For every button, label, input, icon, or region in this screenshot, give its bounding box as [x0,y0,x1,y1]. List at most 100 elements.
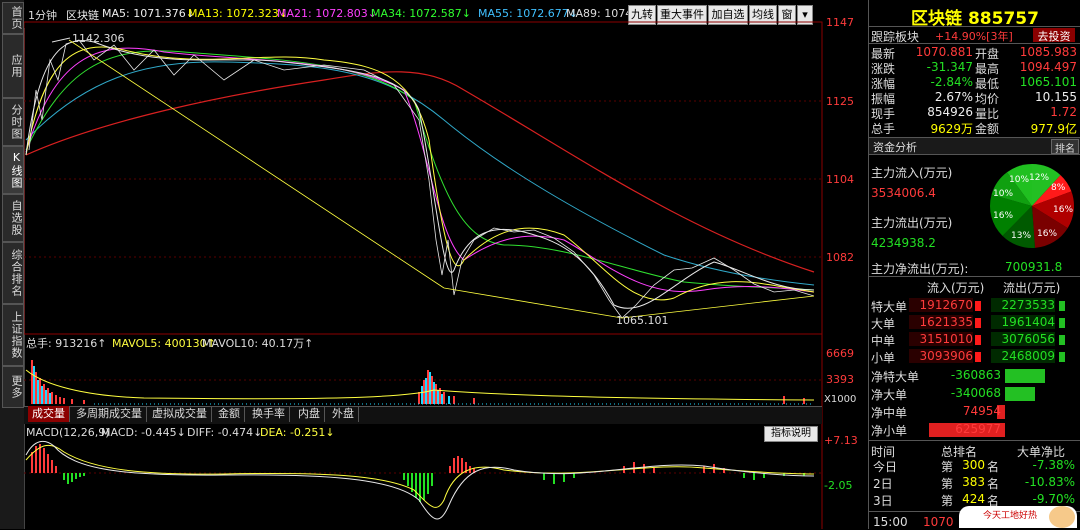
flow-in-bar [975,301,981,311]
mavol10-label: MAVOL10: 40.17万↑ [202,337,313,350]
subtab-turnover[interactable]: 换手率 [248,406,290,422]
quote-value: 1.72 [1050,105,1077,119]
high-annotation: 1142.306 [72,32,125,45]
macd-name-label: MACD(12,26,9) [26,426,110,439]
flow-in-value: 3151010 [909,332,973,346]
net-name: 净特大单 [871,370,920,384]
indicator-help-button[interactable]: 指标说明 [764,426,818,442]
price-tick-4: 1082 [826,251,854,264]
price-tick-3: 1104 [826,173,854,186]
tab-home[interactable]: 首页 [2,2,24,34]
flow-in-bar [975,335,981,345]
flow-name: 大单 [871,317,896,331]
flow-name: 中单 [871,334,896,348]
mavol5-label: MAVOL5: 400130↑ [112,337,216,350]
main-inflow-label: 主力流入(万元) [871,166,953,180]
sticker-text: 今天工地好热 [983,511,1038,521]
ma5-line [25,40,815,309]
rank-day: 3日 [873,494,893,508]
pie-label-4: 16% [1037,229,1057,239]
tab-watchlist[interactable]: 自选股 [2,194,24,242]
flow-out-bar [1059,352,1065,362]
rank-button[interactable]: 排名 [1051,139,1079,155]
flow-row: 大单 1621335 1961404 [869,315,1080,331]
subtab-virtual-volume[interactable]: 虚拟成交量 [148,406,212,422]
fund-analysis-title: 资金分析 [873,141,917,154]
ma13-line [25,46,815,301]
rank-row: 2日 第 383 名 -10.83% [869,475,1080,491]
tab-more[interactable]: 更多 [2,366,24,408]
rank-day: 2日 [873,477,893,491]
tab-kline[interactable]: K线图 [2,146,24,194]
high-annotation-pointer [51,37,71,43]
quote-value: 2.67% [934,90,973,104]
price-plot-frame [24,21,823,335]
pie-label-5: 13% [1011,231,1031,241]
rank-prefix: 第 [941,460,954,474]
flow-name: 特大单 [871,300,908,314]
ma55-line [25,61,815,286]
quote-value: 10.155 [1035,90,1077,104]
net-value: 625977 [955,422,1001,436]
tab-shanghai-index[interactable]: 上证指数 [2,304,24,366]
subtab-amount[interactable]: 金额 [214,406,245,422]
kline-chart[interactable]: 1147 1125 1104 1082 1142.306 1065.101 总手… [24,0,868,529]
ma34-line [25,50,815,291]
flow-in-value: 1912670 [909,298,973,312]
tick-price: 1070 [923,515,954,529]
quote-row: 总手 9629万 金额 977.9亿 [869,120,1080,136]
net-row: 净特大单 -360863 [869,368,1080,384]
sidebar: 首页 应用 分时图 K线图 自选股 综合排名 上证指数 更多 [0,0,25,529]
quote-value: 1085.983 [1019,45,1077,59]
tab-ranking[interactable]: 综合排名 [2,242,24,304]
ma21-line [25,47,815,293]
tab-timeshare[interactable]: 分时图 [2,98,24,146]
rank-number: 383 [962,475,985,489]
rank-prefix: 第 [941,477,954,491]
pie-label-7: 10% [993,189,1013,199]
subtab-multi-period-volume[interactable]: 多周期成交量 [72,406,147,422]
subtab-inner-volume[interactable]: 内盘 [294,406,325,422]
track-row: 跟踪板块 +14.90%[3年] 去投资 [869,26,1080,44]
flow-out-bar [1059,301,1065,311]
volume-tick-1: 6669 [826,347,854,360]
sticker-face-icon [1049,506,1075,528]
pie-label-8: 10% [1009,175,1029,185]
quote-value: 1070.881 [915,45,973,59]
quote-row: 振幅 2.67% 均价 10.155 [869,90,1080,106]
subtab-volume[interactable]: 成交量 [28,406,70,422]
flow-in-bar [975,318,981,328]
quote-row: 涨跌 -31.347 最高 1094.497 [869,60,1080,76]
fund-analysis-header: 资金分析 排名 [869,137,1080,155]
quote-value: 854926 [927,105,973,119]
net-value: 74954 [962,404,1001,418]
flow-row: 中单 3151010 3076056 [869,332,1080,348]
net-bar [1005,387,1035,401]
flow-in-bar [975,352,981,362]
rank-number: 300 [962,458,985,472]
flow-out-bar [1059,335,1065,345]
quote-value: 9629万 [930,122,973,136]
track-label: 跟踪板块 [871,30,920,44]
quote-label: 金额 [975,122,1000,136]
quote-label: 总手 [871,122,896,136]
quote-value: 1094.497 [1019,60,1077,74]
subtab-outer-volume[interactable]: 外盘 [328,406,359,422]
flow-out-value: 2468009 [991,349,1055,363]
net-name: 净大单 [871,388,908,402]
ma89-line [25,71,815,273]
macd-value-label: MACD: -0.445↓ [101,426,186,439]
quote-value: 977.9亿 [1030,122,1077,136]
net-name: 净中单 [871,406,908,420]
quote-panel: 区块链 885757 跟踪板块 +14.90%[3年] 去投资 最新 1070.8… [868,0,1080,529]
flow-out-value: 1961404 [991,315,1055,329]
net-outflow-label: 主力净流出(万元): [871,262,969,276]
invest-button[interactable]: 去投资 [1033,28,1075,43]
flow-out-value: 2273533 [991,298,1055,312]
volume-tick-2: 3393 [826,373,854,386]
net-row: 净大单 -340068 [869,386,1080,402]
sticker-overlay: 今天工地好热 [959,506,1077,528]
flow-row: 小单 3093906 2468009 [869,349,1080,365]
quote-row: 现手 854926 量比 1.72 [869,105,1080,121]
tab-apps[interactable]: 应用 [2,34,24,98]
